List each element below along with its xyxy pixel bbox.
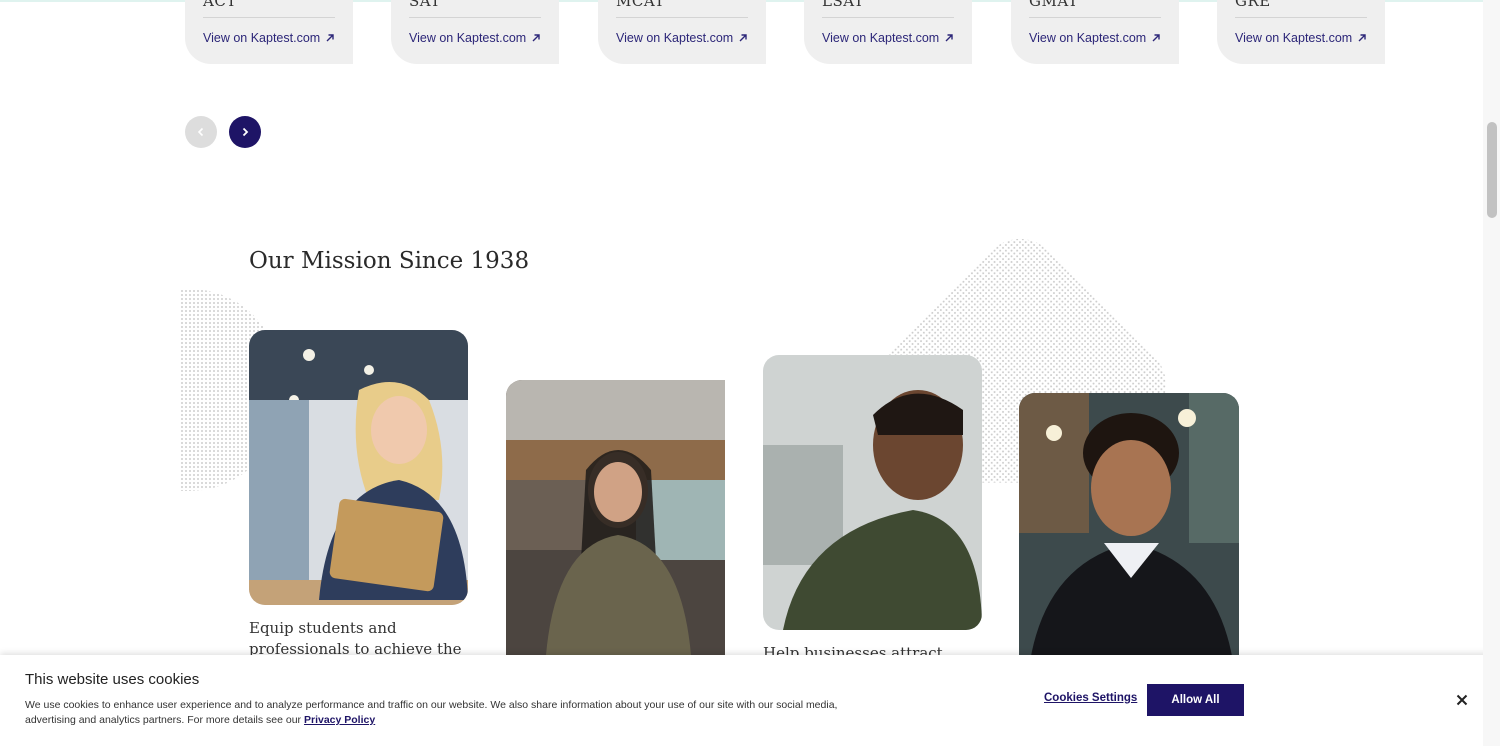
mission-photo-man-glasses [763,355,982,630]
test-card-gre: GRE View on Kaptest.com [1217,0,1385,64]
cookies-settings-link[interactable]: Cookies Settings [1044,692,1137,704]
link-label: View on Kaptest.com [409,31,527,45]
card-divider [1029,17,1161,18]
card-divider [409,17,541,18]
close-icon [1456,694,1468,706]
card-divider [616,17,748,18]
mission-photo-young-man [1019,393,1239,668]
allow-all-button[interactable]: Allow All [1147,684,1244,716]
view-on-kaptest-link[interactable]: View on Kaptest.com [409,31,541,45]
external-arrow-icon [945,34,953,42]
link-label: View on Kaptest.com [822,31,940,45]
test-name: LSAT [822,0,865,10]
view-on-kaptest-link[interactable]: View on Kaptest.com [1029,31,1161,45]
mission-photo-woman-clipboard [506,380,725,655]
test-card-sat: SAT View on Kaptest.com [391,0,559,64]
external-arrow-icon [739,34,747,42]
test-card-lsat: LSAT View on Kaptest.com [804,0,972,64]
link-label: View on Kaptest.com [1029,31,1147,45]
card-divider [822,17,954,18]
card-divider [1235,17,1367,18]
scrollbar-thumb[interactable] [1487,122,1497,218]
external-arrow-icon [532,34,540,42]
page-scrollbar[interactable] [1483,0,1500,746]
external-arrow-icon [1152,34,1160,42]
link-label: View on Kaptest.com [616,31,734,45]
link-label: View on Kaptest.com [1235,31,1353,45]
chevron-right-icon [242,127,249,137]
test-card-gmat: GMAT View on Kaptest.com [1011,0,1179,64]
view-on-kaptest-link[interactable]: View on Kaptest.com [203,31,335,45]
test-card-mcat: MCAT View on Kaptest.com [598,0,766,64]
external-arrow-icon [326,34,334,42]
chevron-left-icon [197,127,204,137]
view-on-kaptest-link[interactable]: View on Kaptest.com [616,31,748,45]
cookie-body-text: We use cookies to enhance user experienc… [25,699,838,726]
card-divider [203,17,335,18]
test-name: GRE [1235,0,1271,10]
test-name: GMAT [1029,0,1079,10]
mission-heading: Our Mission Since 1938 [249,248,530,274]
privacy-policy-link[interactable]: Privacy Policy [304,714,375,726]
test-name: MCAT [616,0,665,10]
carousel-prev-button[interactable] [185,116,217,148]
view-on-kaptest-link[interactable]: View on Kaptest.com [822,31,954,45]
mission-photo-student-tablet [249,330,468,605]
external-arrow-icon [1358,34,1366,42]
view-on-kaptest-link[interactable]: View on Kaptest.com [1235,31,1367,45]
test-name: SAT [409,0,441,10]
test-name: ACT [203,0,237,10]
test-card-act: ACT View on Kaptest.com [185,0,353,64]
carousel-next-button[interactable] [229,116,261,148]
mission-caption: Equip students and professionals to achi… [249,619,462,658]
cookie-banner-text: We use cookies to enhance user experienc… [25,698,855,728]
cookie-banner-title: This website uses cookies [25,671,200,688]
cookie-close-button[interactable] [1453,691,1471,709]
cookie-banner: This website uses cookies We use cookies… [0,655,1500,746]
link-label: View on Kaptest.com [203,31,321,45]
